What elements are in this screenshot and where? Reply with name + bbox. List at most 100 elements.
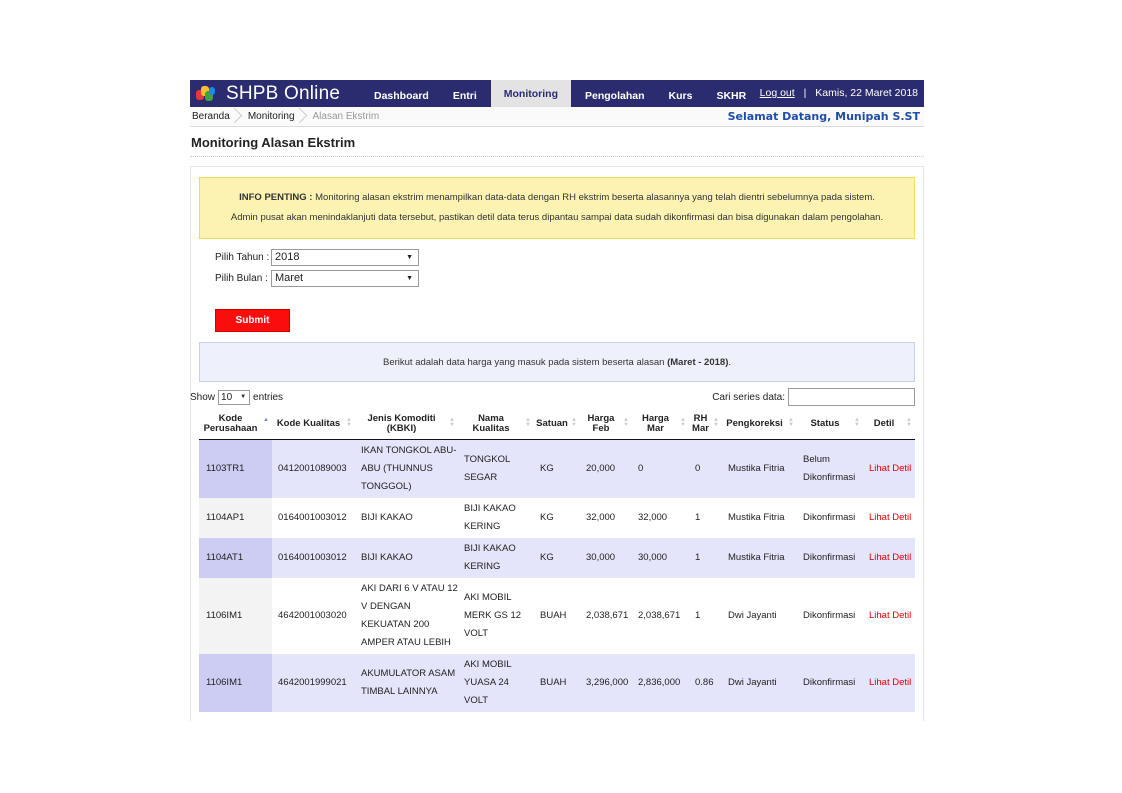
top-navigation-bar: SHPB Online Dashboard Entri Monitoring P… bbox=[190, 80, 924, 107]
bulan-select[interactable]: Maret bbox=[271, 270, 419, 287]
table-cell-jenis: IKAN TONGKOL ABU-ABU (THUNNUS TONGGOL) bbox=[355, 439, 458, 498]
info-box: INFO PENTING : Monitoring alasan ekstrim… bbox=[199, 177, 915, 239]
table-cell-harga-feb: 30,000 bbox=[580, 537, 632, 578]
table-cell-jenis: BIJI KAKAO bbox=[355, 537, 458, 578]
table-row: 1104AP1 0164001003012 BIJI KAKAO BIJI KAKAO… bbox=[199, 497, 915, 538]
column-header-label: Detil bbox=[873, 417, 895, 429]
submit-button[interactable]: Submit bbox=[215, 309, 290, 332]
sort-arrows-icon: ▲ ▼ bbox=[680, 417, 686, 428]
table-cell-status: Dikonfirmasi bbox=[803, 609, 856, 621]
column-header-label: Pengkoreksi bbox=[726, 417, 783, 429]
table-cell-harga-mar: 2,836,000 bbox=[632, 653, 689, 712]
table-cell-status: Dikonfirmasi bbox=[803, 511, 856, 523]
table-cell-harga-feb: 32,000 bbox=[586, 511, 616, 523]
table-cell-kode-kualitas: 4642001003020 bbox=[278, 609, 347, 621]
bulan-label: Pilih Bulan bbox=[215, 273, 263, 284]
nav-entri[interactable]: Entri bbox=[441, 85, 489, 107]
table-row: 1104AT1 0164001003012 BIJI KAKAO BIJI KAKAO… bbox=[199, 537, 915, 578]
breadcrumb: Beranda Monitoring Alasan Ekstrim Selama… bbox=[190, 107, 924, 127]
app-name: SHPB Online bbox=[226, 82, 341, 104]
column-header[interactable]: Jenis Komoditi (KBKI) ▲ ▼ bbox=[355, 409, 458, 440]
logout-link[interactable]: Log out bbox=[760, 87, 795, 99]
column-header[interactable]: Nama Kualitas ▲ ▼ bbox=[458, 409, 534, 440]
column-header[interactable]: Pengkoreksi ▲ ▼ bbox=[722, 409, 797, 440]
column-header[interactable]: Status ▲ ▼ bbox=[797, 409, 863, 440]
note-end: . bbox=[728, 357, 731, 368]
sort-arrows-icon: ▲ bbox=[263, 417, 269, 423]
table-cell-kode-perusahaan: 1106IM1 bbox=[199, 653, 272, 712]
table-cell-detil: Lihat Detil bbox=[863, 578, 915, 654]
column-header[interactable]: Kode Kualitas ▲ ▼ bbox=[272, 409, 355, 440]
colon: : bbox=[266, 252, 270, 263]
table-cell-harga-feb: 3,296,000 bbox=[580, 653, 632, 712]
data-table: Kode Perusahaan ▲ Kode Kualitas ▲ ▼ Jenis Kom… bbox=[199, 409, 915, 712]
table-cell-satuan: KG bbox=[540, 511, 554, 523]
table-cell-jenis: BIJI KAKAO bbox=[361, 511, 413, 523]
column-header[interactable]: Harga Mar ▲ ▼ bbox=[632, 409, 689, 440]
column-header-label: Nama Kualitas bbox=[472, 412, 510, 434]
table-cell-pengkoreksi: Dwi Jayanti bbox=[722, 653, 797, 712]
nav-dashboard[interactable]: Dashboard bbox=[362, 85, 441, 107]
lihat-detil-link[interactable]: Lihat Detil bbox=[869, 512, 911, 523]
column-header[interactable]: Harga Feb ▲ ▼ bbox=[580, 409, 632, 440]
table-cell-satuan: BUAH bbox=[534, 653, 580, 712]
nav-kurs[interactable]: Kurs bbox=[657, 85, 705, 107]
table-cell-rh: 0 bbox=[689, 439, 722, 498]
sort-arrows-icon: ▲ ▼ bbox=[788, 417, 794, 428]
sort-arrows-icon: ▲ ▼ bbox=[571, 417, 577, 428]
current-date: Kamis, 22 Maret 2018 bbox=[815, 87, 918, 99]
shpb-logo-icon bbox=[196, 85, 216, 103]
table-cell-kode-kualitas: 0164001003012 bbox=[272, 537, 355, 578]
table-cell-detil: Lihat Detil bbox=[863, 498, 915, 538]
entries-length-select[interactable]: 10 bbox=[218, 389, 251, 405]
table-cell-status: Dikonfirmasi bbox=[797, 537, 863, 578]
sort-arrows-icon: ▲ ▼ bbox=[854, 417, 860, 428]
tahun-label: Pilih Tahun bbox=[215, 252, 264, 263]
column-header-label: RH Mar bbox=[692, 412, 709, 434]
nav-monitoring[interactable]: Monitoring bbox=[490, 80, 571, 107]
sort-arrows-icon: ▲ ▼ bbox=[449, 417, 455, 428]
table-cell-nama: AKI MOBIL YUASA 24 VOLT bbox=[458, 653, 534, 712]
column-header[interactable]: RH Mar ▲ ▼ bbox=[689, 409, 722, 440]
show-label: Show bbox=[190, 391, 216, 403]
column-header-label: Kode Perusahaan bbox=[203, 412, 258, 434]
app-window: SHPB Online Dashboard Entri Monitoring P… bbox=[190, 80, 924, 721]
table-cell-harga-mar: 32,000 bbox=[638, 511, 668, 523]
table-cell-kode-perusahaan: 1106IM1 bbox=[199, 577, 272, 654]
lihat-detil-link[interactable]: Lihat Detil bbox=[869, 610, 911, 621]
column-header[interactable]: Kode Perusahaan ▲ bbox=[199, 409, 272, 440]
table-cell-kode-kualitas: 0412001089003 bbox=[272, 439, 355, 498]
table-cell-kode-perusahaan: 1103TR1 bbox=[199, 439, 272, 498]
datatable-controls: Show 10 entries Cari series data: bbox=[190, 388, 915, 406]
main-nav: Dashboard Entri Monitoring Pengolahan Ku… bbox=[362, 80, 758, 107]
column-header-label: Harga Feb bbox=[587, 412, 615, 434]
breadcrumb-monitoring[interactable]: Monitoring bbox=[242, 107, 307, 127]
lihat-detil-link[interactable]: Lihat Detil bbox=[869, 677, 911, 688]
lihat-detil-link[interactable]: Lihat Detil bbox=[869, 552, 911, 563]
table-cell-satuan: BUAH bbox=[540, 609, 567, 621]
sort-arrows-icon: ▲ ▼ bbox=[713, 417, 719, 428]
column-header-label: Harga Mar bbox=[642, 412, 669, 434]
info-line-2: Admin pusat akan menindaklanjuti data te… bbox=[230, 212, 884, 223]
table-cell-kode-perusahaan: 1104AT1 bbox=[199, 537, 272, 578]
column-header[interactable]: Detil ▲ ▼ bbox=[863, 409, 915, 440]
sort-arrows-icon: ▲ ▼ bbox=[906, 417, 912, 428]
top-right-info: Log out | Kamis, 22 Maret 2018 bbox=[760, 80, 918, 107]
separator: | bbox=[803, 87, 807, 99]
welcome-message: Selamat Datang, Munipah S.ST bbox=[727, 110, 920, 123]
app-logo[interactable]: SHPB Online bbox=[190, 80, 362, 107]
table-cell-pengkoreksi: Mustika Fitria bbox=[722, 439, 797, 498]
table-cell-status: Dikonfirmasi bbox=[797, 653, 863, 712]
search-input[interactable] bbox=[788, 388, 915, 406]
breadcrumb-home[interactable]: Beranda bbox=[190, 107, 242, 127]
column-header[interactable]: Satuan ▲ ▼ bbox=[534, 409, 580, 440]
nav-pengolahan[interactable]: Pengolahan bbox=[573, 85, 657, 107]
sort-arrows-icon: ▲ ▼ bbox=[623, 417, 629, 428]
table-cell-detil: Lihat Detil bbox=[863, 537, 915, 578]
table-cell-satuan: KG bbox=[534, 537, 580, 578]
lihat-detil-link[interactable]: Lihat Detil bbox=[869, 463, 911, 474]
table-cell-jenis: AKUMULATOR ASAM TIMBAL LAINNYA bbox=[355, 653, 458, 712]
tahun-select[interactable]: 2018 bbox=[271, 249, 419, 266]
table-cell-harga-mar: 0 bbox=[632, 439, 689, 498]
nav-skhr[interactable]: SKHR bbox=[704, 85, 758, 107]
